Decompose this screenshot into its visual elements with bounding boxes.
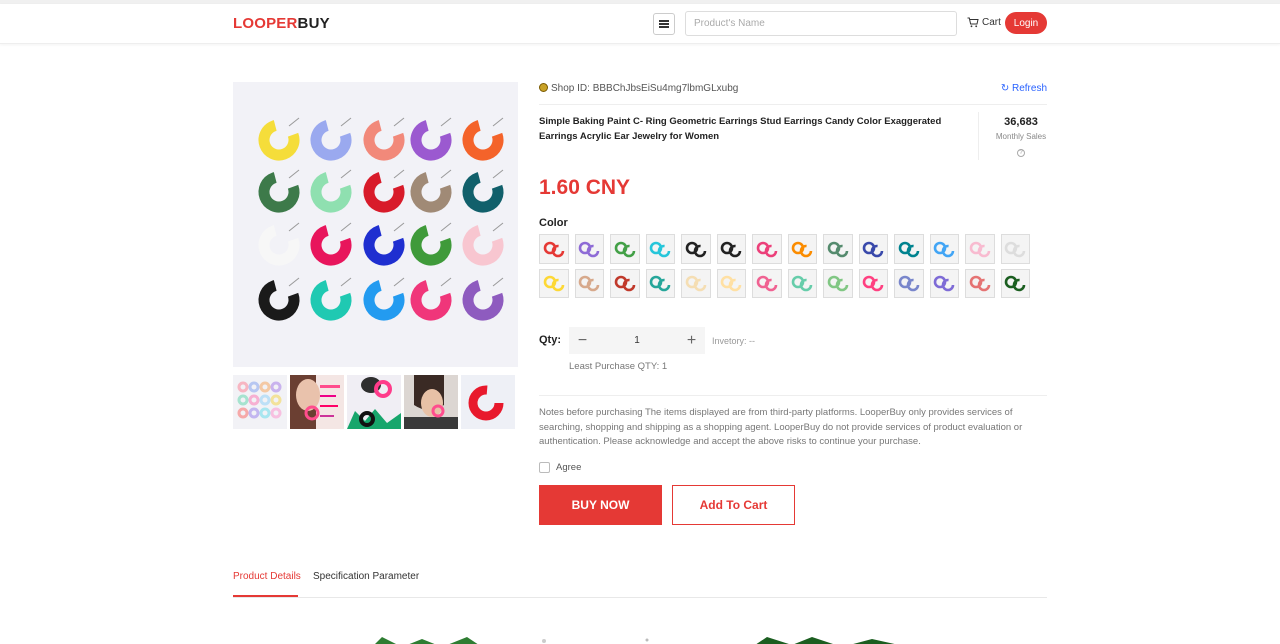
cart-label: Cart	[982, 17, 1001, 28]
color-swatch[interactable]	[858, 268, 888, 298]
color-swatch[interactable]	[965, 234, 995, 264]
logo-text-red: LOOPER	[233, 15, 298, 32]
cart-link[interactable]: Cart	[967, 17, 1001, 28]
color-swatch[interactable]	[823, 268, 853, 298]
color-swatch[interactable]	[574, 268, 604, 298]
agree-checkbox[interactable]: Agree	[539, 462, 581, 473]
logo-text-dark: BUY	[297, 15, 330, 32]
add-to-cart-button[interactable]: Add To Cart	[672, 485, 795, 525]
tab-product-details[interactable]: Product Details	[233, 571, 301, 582]
cart-icon	[967, 17, 979, 28]
color-swatch[interactable]	[539, 234, 569, 264]
color-swatch[interactable]	[645, 268, 675, 298]
color-swatch[interactable]	[894, 268, 924, 298]
login-button[interactable]: Login	[1005, 12, 1047, 34]
help-icon[interactable]: ?	[1017, 149, 1025, 157]
product-title: Simple Baking Paint C- Ring Geometric Ea…	[539, 116, 942, 142]
search-input[interactable]	[685, 11, 957, 36]
color-swatch[interactable]	[574, 234, 604, 264]
divider	[539, 395, 1047, 396]
shop-id-row: Shop ID: BBBChJbsEiSu4mg7lbmGLxubg ↻ Ref…	[539, 83, 1047, 95]
divider	[978, 112, 979, 160]
divider	[539, 104, 1047, 105]
product-main-image[interactable]	[233, 82, 518, 367]
color-swatch[interactable]	[1000, 234, 1030, 264]
color-swatch-grid	[539, 234, 1034, 298]
color-swatch[interactable]	[645, 234, 675, 264]
detail-banner-image	[372, 634, 908, 644]
thumbnail-1[interactable]	[233, 375, 287, 429]
color-swatch[interactable]	[539, 268, 569, 298]
thumbnail-3[interactable]	[347, 375, 401, 429]
color-label: Color	[539, 217, 568, 229]
color-swatch[interactable]	[787, 268, 817, 298]
earrings-photo	[233, 82, 518, 367]
inventory-text: Invetory: --	[712, 336, 756, 346]
quantity-stepper: − 1 +	[569, 327, 705, 354]
thumbnail-strip	[233, 375, 515, 429]
color-swatch[interactable]	[752, 268, 782, 298]
color-swatch[interactable]	[929, 234, 959, 264]
quantity-input[interactable]: 1	[596, 335, 678, 346]
tab-specification-parameter[interactable]: Specification Parameter	[313, 571, 419, 582]
color-swatch[interactable]	[610, 268, 640, 298]
menu-button[interactable]	[653, 13, 675, 35]
color-swatch[interactable]	[858, 234, 888, 264]
looperbuy-logo[interactable]: LOOPERBUY	[233, 15, 330, 32]
color-swatch[interactable]	[716, 234, 746, 264]
least-purchase-text: Least Purchase QTY: 1	[569, 361, 668, 372]
buy-now-button[interactable]: BUY NOW	[539, 485, 662, 525]
checkbox-icon[interactable]	[539, 462, 550, 473]
thumbnail-2[interactable]	[290, 375, 344, 429]
increment-button[interactable]: +	[678, 327, 705, 354]
agree-label: Agree	[556, 462, 582, 473]
color-swatch[interactable]	[716, 268, 746, 298]
color-swatch[interactable]	[894, 234, 924, 264]
color-swatch[interactable]	[610, 234, 640, 264]
color-swatch[interactable]	[965, 268, 995, 298]
color-swatch[interactable]	[681, 234, 711, 264]
color-swatch[interactable]	[929, 268, 959, 298]
product-price: 1.60 CNY	[539, 176, 631, 199]
refresh-label: Refresh	[1011, 83, 1047, 94]
color-swatch[interactable]	[1000, 268, 1030, 298]
refresh-link[interactable]: ↻ Refresh	[1001, 83, 1047, 94]
hamburger-icon	[659, 23, 669, 25]
color-swatch[interactable]	[787, 234, 817, 264]
decrement-button[interactable]: −	[569, 327, 596, 354]
shop-icon	[539, 83, 548, 92]
color-swatch[interactable]	[752, 234, 782, 264]
color-swatch[interactable]	[823, 234, 853, 264]
thumbnail-4[interactable]	[404, 375, 458, 429]
shop-id: Shop ID: BBBChJbsEiSu4mg7lbmGLxubg	[551, 83, 739, 94]
detail-tabs: Product Details Specification Parameter	[233, 566, 1047, 598]
purchase-notes: Notes before purchasing The items displa…	[539, 407, 1023, 447]
monthly-sales: 36,683 Monthly Sales ?	[993, 116, 1049, 159]
header-bar: LOOPERBUY Cart Login	[0, 4, 1280, 44]
refresh-icon: ↻	[1000, 83, 1012, 94]
qty-label: Qty:	[539, 334, 561, 346]
monthly-sales-value: 36,683	[1004, 116, 1038, 128]
monthly-sales-label: Monthly Sales	[995, 132, 1047, 141]
active-tab-indicator	[233, 595, 298, 597]
thumbnail-5[interactable]	[461, 375, 515, 429]
color-swatch[interactable]	[681, 268, 711, 298]
